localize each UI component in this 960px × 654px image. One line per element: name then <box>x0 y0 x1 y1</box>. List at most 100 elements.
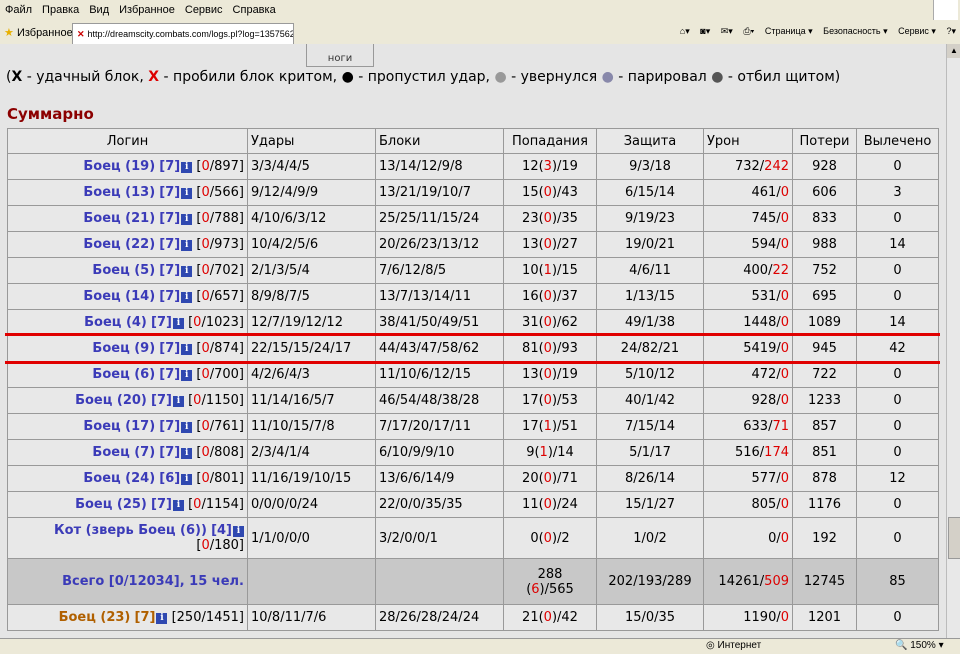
losses-cell: 752 <box>792 257 857 284</box>
fighter-name-link[interactable]: Кот (зверь Боец (6)) <box>54 523 207 538</box>
info-icon[interactable]: i <box>181 266 193 277</box>
fighter-name-link[interactable]: Боец (6) <box>92 367 155 382</box>
blocks-cell-text: 11/10/6/12/15 <box>379 367 471 382</box>
healed-cell-text: 0 <box>893 211 902 226</box>
blocks-cell-text: 13/6/6/14/9 <box>379 471 455 486</box>
menu-favorites[interactable]: Избранное <box>114 0 180 16</box>
damage-cell-text: 400/ <box>743 263 773 278</box>
losses-cell: 1089 <box>792 309 857 336</box>
vertical-scrollbar[interactable]: ▲ <box>946 44 960 638</box>
menu-edit[interactable]: Правка <box>37 0 84 16</box>
info-icon[interactable]: i <box>172 500 184 511</box>
healed-cell: 0 <box>856 205 939 232</box>
menu-bar: Файл Правка Вид Избранное Сервис Справка <box>0 0 960 23</box>
fighter-name-link[interactable]: Боец (9) <box>92 341 155 356</box>
defense-cell-text: 7/15/14 <box>624 419 676 434</box>
safety-menu[interactable]: Безопасность ▾ <box>823 26 887 36</box>
defense-cell: 24/82/21 <box>596 335 704 362</box>
info-icon[interactable]: i <box>156 613 168 624</box>
damage-cell-text: 5419/ <box>743 341 781 356</box>
legend-text-2: - пробили блок критом, <box>159 69 342 85</box>
fighter-name-link[interactable]: Боец (4) <box>84 315 147 330</box>
losses-cell-text: 752 <box>812 263 837 278</box>
info-icon[interactable]: i <box>181 370 193 381</box>
info-icon[interactable]: i <box>181 448 193 459</box>
menu-tools[interactable]: Сервис <box>180 0 228 16</box>
blocks-cell-text: 13/21/19/10/7 <box>379 185 471 200</box>
info-icon[interactable]: i <box>181 188 193 199</box>
page-menu[interactable]: Страница ▾ <box>765 26 813 36</box>
healed-cell-text: 0 <box>893 610 902 625</box>
total-crit-count: 6 <box>531 581 540 597</box>
blocks-cell: 11/10/6/12/15 <box>375 361 504 388</box>
fighter-name-link[interactable]: Боец (24) <box>83 471 155 486</box>
info-icon[interactable]: i <box>181 162 193 173</box>
hits-cell-text: 10/4/2/5/6 <box>251 237 319 252</box>
crit-damage: 174 <box>764 445 789 460</box>
fighter-name-link[interactable]: Боец (5) <box>92 263 155 278</box>
crit-damage: 22 <box>772 263 789 278</box>
landed-cell-text: 16( <box>522 289 544 304</box>
info-icon[interactable]: i <box>181 240 193 251</box>
total-label-cell: Всего [0/12034], 15 чел. <box>7 558 248 605</box>
browser-tab[interactable]: ✕ http://dreamscity.combats.com/logs.pl?l… <box>72 23 294 44</box>
info-icon[interactable]: i <box>181 422 193 433</box>
info-icon[interactable]: i <box>172 396 184 407</box>
close-tab-icon[interactable]: ✕ <box>77 29 85 39</box>
mail-icon[interactable]: ✉▾ <box>721 26 733 36</box>
fighter-name-link[interactable]: Боец (14) <box>83 289 155 304</box>
fighter-level: [7] <box>159 263 181 278</box>
info-icon[interactable]: i <box>181 474 193 485</box>
favorites-button[interactable]: ★ Избранное <box>4 26 73 39</box>
info-icon[interactable]: i <box>181 214 193 225</box>
fighter-hp-max: /180] <box>209 538 244 553</box>
crit-damage: 0 <box>780 185 789 200</box>
tools-menu[interactable]: Сервис ▾ <box>898 26 936 36</box>
print-icon[interactable]: ⎙▾ <box>743 26 754 36</box>
fighter-name-link[interactable]: Боец (23) <box>59 610 131 625</box>
fighter-level: [7] <box>159 159 181 174</box>
losses-cell: 833 <box>792 205 857 232</box>
menu-view[interactable]: Вид <box>84 0 114 16</box>
help-icon[interactable]: ?▾ <box>946 26 956 36</box>
fighter-name-link[interactable]: Боец (19) <box>83 159 155 174</box>
total-label: Всего [0/12034], 15 чел. <box>62 574 244 589</box>
zoom-label: 150% <box>910 640 936 651</box>
scroll-thumb[interactable] <box>948 517 960 559</box>
crit-damage: 0 <box>780 471 789 486</box>
fighter-hp-current: 0 <box>201 445 210 460</box>
info-icon[interactable]: i <box>172 318 184 329</box>
info-icon[interactable]: i <box>181 292 193 303</box>
table-row: Боец (13) [7] i [0/566] 9/12/4/9/9 13/21/19… <box>7 179 939 206</box>
healed-cell: 14 <box>856 309 939 336</box>
landed-cell: 81(0)/93 <box>503 335 597 362</box>
menu-help[interactable]: Справка <box>228 0 281 16</box>
fighter-name-link[interactable]: Боец (7) <box>92 445 155 460</box>
home-icon[interactable]: ⌂▾ <box>680 26 690 36</box>
browser-toolbar: ★ Избранное ✕ http://dreamscity.combats.c… <box>0 22 960 45</box>
zoom-level[interactable]: 🔍 150% ▾ <box>895 640 944 651</box>
info-icon[interactable]: i <box>181 344 193 355</box>
landed-cell: 16(0)/37 <box>503 283 597 310</box>
info-icon[interactable]: i <box>233 526 244 537</box>
losses-cell-text: 695 <box>812 289 837 304</box>
login-cell: Боец (23) [7] i [250/1451] <box>7 604 248 631</box>
damage-cell-text: 472/ <box>751 367 781 382</box>
fighter-name-link[interactable]: Боец (22) <box>83 237 155 252</box>
total-crit-damage: 509 <box>764 574 789 589</box>
healed-cell-text: 12 <box>889 471 906 486</box>
blocks-cell: 28/26/28/24/24 <box>375 604 504 631</box>
scroll-up-icon[interactable]: ▲ <box>947 44 960 58</box>
fighter-name-link[interactable]: Боец (25) <box>75 497 147 512</box>
damage-cell: 594/0 <box>703 231 793 258</box>
feeds-icon[interactable]: ◙▾ <box>700 26 710 36</box>
fighter-name-link[interactable]: Боец (21) <box>83 211 155 226</box>
crit-count: 0 <box>543 315 552 330</box>
menu-file[interactable]: Файл <box>0 0 37 16</box>
fighter-name-link[interactable]: Боец (17) <box>83 419 155 434</box>
crit-count: 0 <box>543 610 552 625</box>
fighter-name-link[interactable]: Боец (20) <box>75 393 147 408</box>
fighter-name-link[interactable]: Боец (13) <box>83 185 155 200</box>
table-row: Боец (22) [7] i [0/973] 10/4/2/5/6 20/26/23… <box>7 231 939 258</box>
blocks-cell-text: 6/10/9/9/10 <box>379 445 455 460</box>
